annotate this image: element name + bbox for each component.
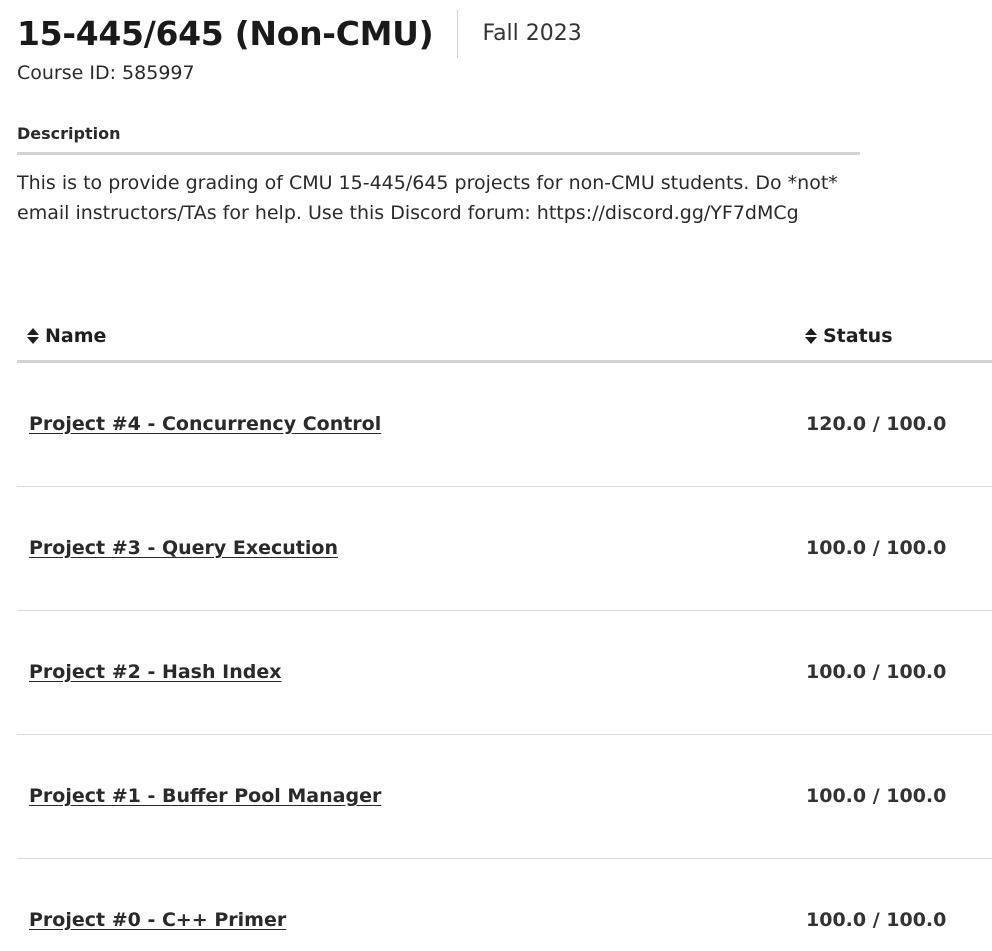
header-divider [457,10,459,58]
column-header-status[interactable]: Status [805,325,893,347]
table-row: Project #0 - C++ Primer 100.0 / 100.0 [17,859,992,951]
course-header: 15-445/645 (Non-CMU) Fall 2023 [17,10,582,58]
assignments-table: Name Status Project #4 - Concurrency Con… [17,312,992,951]
assignment-status: 100.0 / 100.0 [806,785,947,807]
assignment-status: 100.0 / 100.0 [806,909,947,931]
table-row: Project #3 - Query Execution 100.0 / 100… [17,487,992,611]
assignment-status: 100.0 / 100.0 [806,537,947,559]
table-row: Project #4 - Concurrency Control 120.0 /… [17,363,992,487]
assignment-link[interactable]: Project #3 - Query Execution [29,537,338,559]
assignment-status: 120.0 / 100.0 [806,413,947,435]
table-row: Project #1 - Buffer Pool Manager 100.0 /… [17,735,992,859]
sort-icon[interactable] [805,328,817,344]
assignment-link[interactable]: Project #2 - Hash Index [29,661,281,683]
assignment-link[interactable]: Project #4 - Concurrency Control [29,413,381,435]
course-title: 15-445/645 (Non-CMU) [17,14,434,53]
table-row: Project #2 - Hash Index 100.0 / 100.0 [17,611,992,735]
course-dashboard: 15-445/645 (Non-CMU) Fall 2023 Course ID… [0,0,992,951]
assignment-status: 100.0 / 100.0 [806,661,947,683]
description-heading: Description [17,124,121,143]
column-header-name-label: Name [45,325,107,347]
sort-icon[interactable] [27,328,39,344]
description-divider [17,152,860,155]
column-header-status-label: Status [823,325,893,347]
column-header-name[interactable]: Name [27,325,106,347]
assignment-link[interactable]: Project #0 - C++ Primer [29,909,286,931]
assignment-link[interactable]: Project #1 - Buffer Pool Manager [29,785,381,807]
course-id: Course ID: 585997 [17,62,195,84]
table-header: Name Status [17,312,992,363]
course-term: Fall 2023 [482,21,582,46]
description-text: This is to provide grading of CMU 15-445… [17,172,838,224]
